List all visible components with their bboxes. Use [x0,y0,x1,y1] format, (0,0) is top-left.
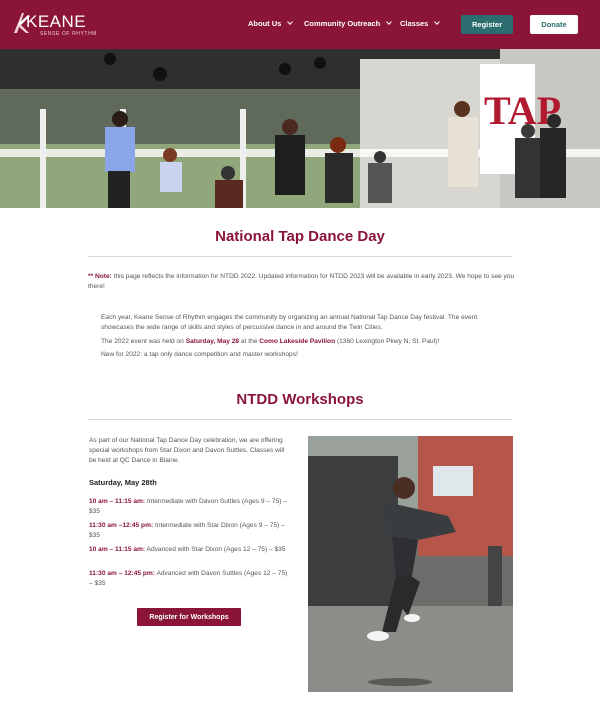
page-title: National Tap Dance Day [215,228,385,245]
intro-paragraph-3: New for 2022: a tap only dance competiti… [101,351,298,358]
intro-paragraph-1: Each year, Keane Sense of Rhythm engages… [101,314,478,331]
divider [88,256,512,257]
workshop-item: 10 am – 11:15 am: Advanced with Star Dix… [89,545,289,555]
hero-image: TAP [0,49,600,208]
workshops-title: NTDD Workshops [236,391,364,408]
workshop-time: 11:30 am –12:45 pm: [89,522,154,529]
workshop-desc: Advanced with Star Dixon (Ages 12 – 75) … [145,546,286,553]
workshop-time: 10 am – 11:15 am: [89,498,146,505]
intro-paragraph-2: The 2022 event was held on Saturday, May… [101,337,511,347]
hero-photo: TAP [0,49,600,208]
workshop-item: 11:30 am –12:45 pm: Intermediate with St… [89,521,289,541]
nav-community-outreach-label: Community Outreach [304,19,381,28]
chevron-down-icon [434,19,441,25]
chevron-down-icon [287,19,294,25]
workshops-intro: As part of our National Tap Dance Day ce… [89,437,285,464]
nav-community-outreach[interactable]: Community Outreach [304,19,393,28]
logo-wordmark: KEANE [26,12,87,31]
event-venue: Como Lakeside Pavilion [259,338,336,345]
note-label: ** Note: [88,273,112,280]
note-text: this page reflects the information for N… [88,273,515,290]
register-button[interactable]: Register [461,15,513,34]
nav-about-us-label: About Us [248,19,282,28]
nav-classes[interactable]: Classes [400,19,441,28]
workshops-date: Saturday, May 28th [89,478,157,487]
nav-classes-label: Classes [400,19,429,28]
intro-p2-text-c: (1360 Lexington Pkwy N, St. Paul)! [335,338,440,345]
nav-about-us[interactable]: About Us [248,19,294,28]
site-header: KEANE SENSE OF RHYTHM About Us Community… [0,0,600,49]
workshop-item: 11:30 am – 12:45 pm: Advanced with Davon… [89,569,289,589]
event-date: Saturday, May 28 [185,338,240,345]
intro-p2-text-b: at the [239,338,260,345]
divider [88,419,512,420]
workshop-time: 11:30 am – 12:45 pm: [89,570,155,577]
register-for-workshops-button[interactable]: Register for Workshops [137,608,241,626]
donate-button[interactable]: Donate [530,15,578,34]
dancer-image [308,436,513,692]
chevron-down-icon [386,19,393,25]
logo-tagline: SENSE OF RHYTHM [40,31,98,37]
site-logo[interactable]: KEANE SENSE OF RHYTHM [12,10,102,40]
dancer-photo [308,436,513,692]
update-note: ** Note: this page reflects the informat… [88,272,516,292]
workshop-item: 10 am – 11:15 am: Intermediate with Davo… [89,497,289,517]
workshop-time: 10 am – 11:15 am: [89,546,146,553]
intro-p2-text-a: The 2022 event was held on [101,338,186,345]
